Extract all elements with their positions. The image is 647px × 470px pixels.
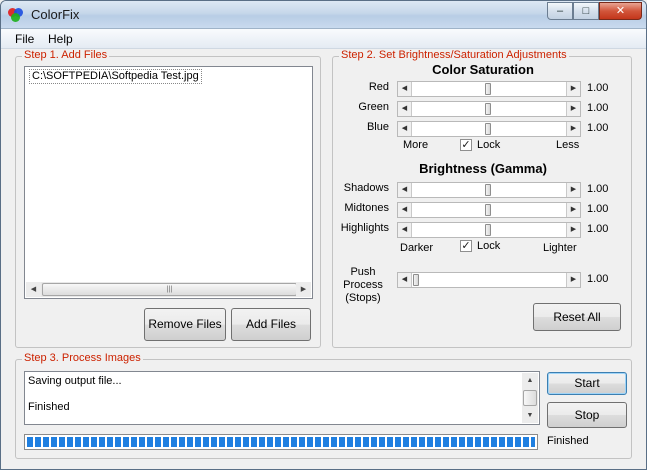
slider-thumb[interactable]	[485, 184, 491, 196]
increase-icon[interactable]: ▶	[566, 102, 580, 116]
midtones-value: 1.00	[587, 203, 609, 215]
step1-legend: Step 1. Add Files	[22, 49, 110, 61]
decrease-icon[interactable]: ◀	[398, 102, 412, 116]
file-list[interactable]: C:\SOFTPEDIA\Softpedia Test.jpg ◀ ||| ▶	[24, 66, 313, 299]
decrease-icon[interactable]: ◀	[398, 273, 412, 287]
push-process-label: Push Process (Stops)	[343, 266, 383, 304]
step2-group: Step 2. Set Brightness/Saturation Adjust…	[332, 49, 632, 348]
highlights-slider[interactable]: ◀ ▶	[397, 222, 581, 238]
scroll-left-icon[interactable]: ◀	[26, 282, 41, 297]
add-files-button[interactable]: Add Files	[231, 308, 311, 341]
more-label: More	[403, 139, 429, 151]
remove-files-button[interactable]: Remove Files	[144, 308, 226, 341]
shadows-label: Shadows	[343, 182, 389, 194]
menu-bar: File Help	[1, 29, 646, 49]
file-list-item[interactable]: C:\SOFTPEDIA\Softpedia Test.jpg	[29, 69, 202, 84]
decrease-icon[interactable]: ◀	[398, 82, 412, 96]
red-value: 1.00	[587, 82, 609, 94]
step1-group: Step 1. Add Files C:\SOFTPEDIA\Softpedia…	[15, 49, 321, 348]
scroll-right-icon[interactable]: ▶	[296, 282, 311, 297]
process-log[interactable]: Saving output file... Finished ▲ ▼	[24, 371, 540, 425]
red-label: Red	[368, 81, 389, 93]
red-slider[interactable]: ◀ ▶	[397, 81, 581, 97]
close-button[interactable]: ✕	[599, 2, 642, 20]
increase-icon[interactable]: ▶	[566, 82, 580, 96]
colorfix-window: ColorFix – □ ✕ File Help Step 1. Add Fil…	[0, 0, 647, 470]
reset-all-button[interactable]: Reset All	[533, 303, 621, 331]
minimize-button[interactable]: –	[547, 2, 573, 20]
increase-icon[interactable]: ▶	[566, 183, 580, 197]
shadows-value: 1.00	[587, 183, 609, 195]
menu-file[interactable]: File	[15, 32, 34, 46]
start-button[interactable]: Start	[547, 372, 627, 395]
blue-value: 1.00	[587, 122, 609, 134]
decrease-icon[interactable]: ◀	[398, 122, 412, 136]
lighter-label: Lighter	[543, 242, 577, 254]
menu-help[interactable]: Help	[48, 32, 73, 46]
increase-icon[interactable]: ▶	[566, 203, 580, 217]
brightness-lock-checkbox[interactable]: ✓	[460, 240, 472, 252]
less-label: Less	[556, 139, 580, 151]
slider-thumb[interactable]	[485, 224, 491, 236]
step3-legend: Step 3. Process Images	[22, 352, 143, 364]
stop-button[interactable]: Stop	[547, 402, 627, 428]
increase-icon[interactable]: ▶	[566, 122, 580, 136]
file-list-hscrollbar[interactable]: ◀ ||| ▶	[26, 282, 311, 297]
log-line: Finished	[28, 401, 70, 413]
minimize-icon: –	[556, 5, 564, 17]
increase-icon[interactable]: ▶	[566, 223, 580, 237]
scroll-thumb[interactable]: |||	[42, 283, 297, 296]
blue-label: Blue	[366, 121, 389, 133]
slider-thumb[interactable]	[485, 103, 491, 115]
decrease-icon[interactable]: ◀	[398, 223, 412, 237]
close-icon: ✕	[615, 5, 626, 17]
slider-thumb[interactable]	[485, 83, 491, 95]
highlights-value: 1.00	[587, 223, 609, 235]
brightness-heading: Brightness (Gamma)	[419, 161, 547, 176]
push-process-slider[interactable]: ◀ ▶	[397, 272, 581, 288]
decrease-icon[interactable]: ◀	[398, 203, 412, 217]
status-text: Finished	[547, 435, 589, 447]
checkmark-icon: ✓	[461, 139, 471, 151]
scroll-down-icon[interactable]: ▼	[522, 408, 538, 423]
brightness-lock-label[interactable]: Lock	[477, 240, 500, 252]
push-process-value: 1.00	[587, 273, 609, 285]
slider-thumb[interactable]	[485, 204, 491, 216]
scroll-thumb[interactable]	[523, 390, 537, 406]
step3-group: Step 3. Process Images Saving output fil…	[15, 352, 632, 459]
progress-bar	[24, 434, 538, 450]
checkmark-icon: ✓	[461, 240, 471, 252]
slider-thumb[interactable]	[485, 123, 491, 135]
green-slider[interactable]: ◀ ▶	[397, 101, 581, 117]
maximize-button[interactable]: □	[573, 2, 599, 20]
title-bar[interactable]: ColorFix – □ ✕	[1, 1, 646, 29]
saturation-lock-label[interactable]: Lock	[477, 139, 500, 151]
increase-icon[interactable]: ▶	[566, 273, 580, 287]
highlights-label: Highlights	[340, 222, 389, 234]
log-line: Saving output file...	[28, 375, 122, 387]
saturation-heading: Color Saturation	[432, 62, 534, 77]
green-value: 1.00	[587, 102, 609, 114]
shadows-slider[interactable]: ◀ ▶	[397, 182, 581, 198]
log-vscrollbar[interactable]: ▲ ▼	[522, 373, 538, 423]
midtones-slider[interactable]: ◀ ▶	[397, 202, 581, 218]
scroll-up-icon[interactable]: ▲	[522, 373, 538, 388]
app-icon	[8, 7, 24, 23]
saturation-lock-checkbox[interactable]: ✓	[460, 139, 472, 151]
decrease-icon[interactable]: ◀	[398, 183, 412, 197]
blue-slider[interactable]: ◀ ▶	[397, 121, 581, 137]
slider-thumb[interactable]	[413, 274, 419, 286]
maximize-icon: □	[582, 5, 590, 17]
progress-fill	[27, 437, 535, 447]
midtones-label: Midtones	[344, 202, 389, 214]
window-title: ColorFix	[31, 7, 80, 22]
darker-label: Darker	[400, 242, 434, 254]
green-label: Green	[358, 101, 389, 113]
step2-legend: Step 2. Set Brightness/Saturation Adjust…	[339, 49, 569, 61]
